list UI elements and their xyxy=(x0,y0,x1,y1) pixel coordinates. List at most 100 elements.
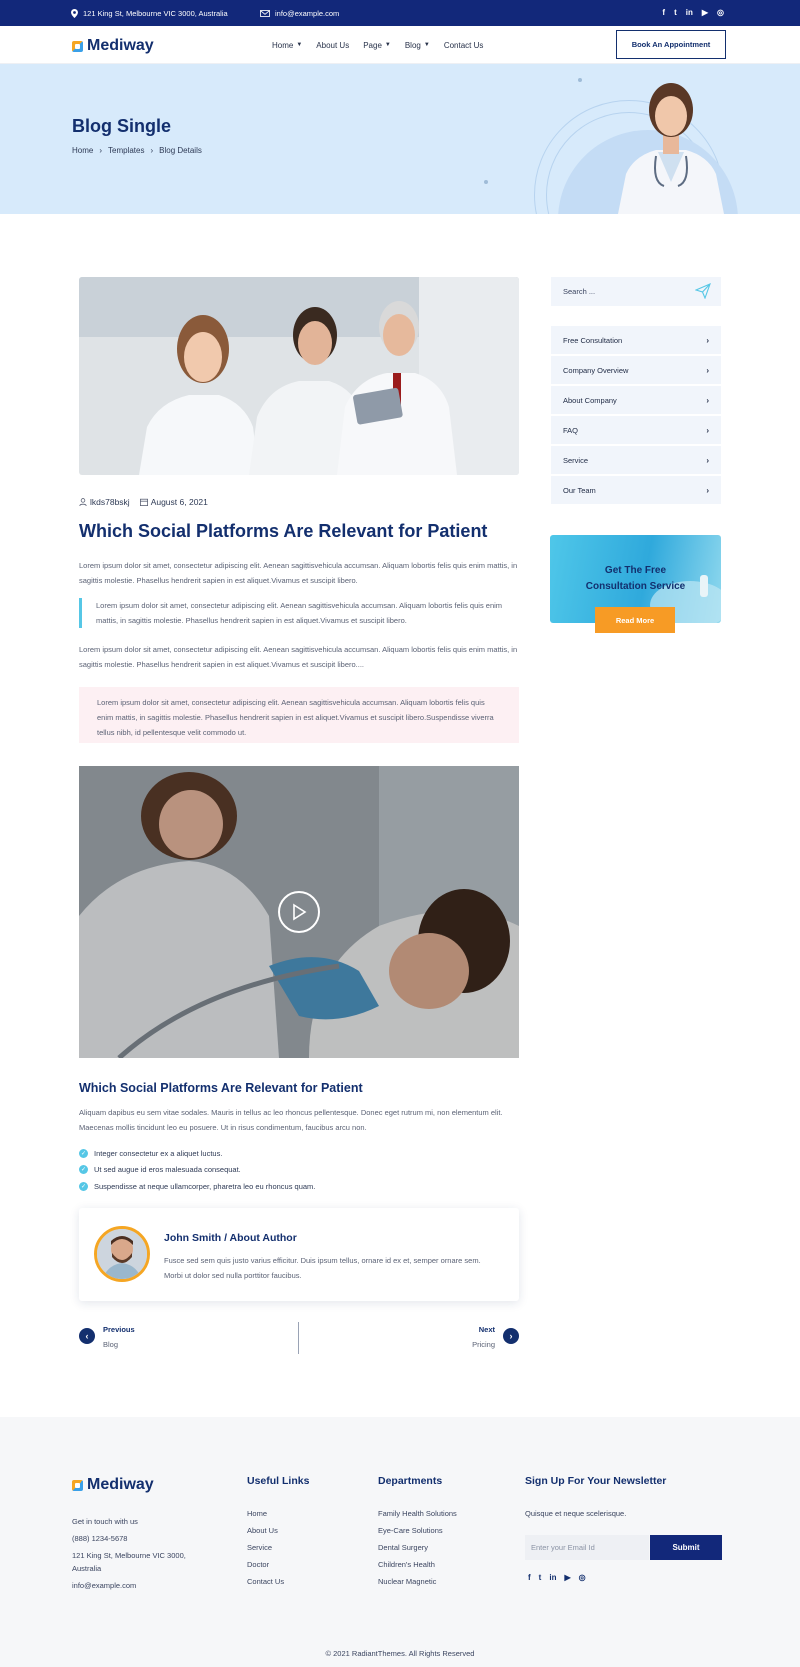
post-author[interactable]: lkds78bskj xyxy=(79,497,130,507)
site-logo[interactable]: Mediway xyxy=(72,37,154,55)
menu-item-contact[interactable]: Contact Us xyxy=(444,41,484,50)
play-icon xyxy=(293,903,307,921)
top-email[interactable]: info@example.com xyxy=(260,0,339,26)
site-footer: Mediway Get in touch with us (888) 1234-… xyxy=(0,1417,800,1667)
quote-text: Lorem ipsum dolor sit amet, consectetur … xyxy=(96,601,503,625)
footer-link[interactable]: Contact Us xyxy=(247,1573,309,1590)
footer-link[interactable]: Nuclear Magnetic xyxy=(378,1573,457,1590)
send-icon[interactable] xyxy=(695,283,711,299)
category-faq[interactable]: FAQ › xyxy=(551,416,721,444)
footer-link[interactable]: Family Health Solutions xyxy=(378,1505,457,1522)
youtube-icon[interactable]: ▶ xyxy=(564,1573,570,1582)
footer-email[interactable]: info@example.com xyxy=(72,1577,186,1594)
calendar-icon xyxy=(139,498,148,506)
youtube-icon[interactable]: ▶ xyxy=(702,9,708,17)
page-title: Blog Single xyxy=(72,116,171,136)
pager-divider xyxy=(298,1322,299,1354)
category-service[interactable]: Service › xyxy=(551,446,721,474)
menu-item-home[interactable]: Home ▼ xyxy=(272,41,302,50)
post-title: Which Social Platforms Are Relevant for … xyxy=(79,521,488,541)
footer-link[interactable]: Eye-Care Solutions xyxy=(378,1522,457,1539)
chevron-left-icon: ‹ xyxy=(79,1328,95,1344)
copyright: © 2021 RadiantThemes. All Rights Reserve… xyxy=(325,1649,475,1658)
highlight-box: Lorem ipsum dolor sit amet, consectetur … xyxy=(79,687,519,743)
chevron-right-icon: › xyxy=(503,1328,519,1344)
twitter-icon[interactable]: t xyxy=(539,1573,542,1582)
footer-link[interactable]: About Us xyxy=(247,1522,309,1539)
category-company-overview[interactable]: Company Overview › xyxy=(551,356,721,384)
hero-dot xyxy=(484,180,488,184)
chevron-down-icon: ▼ xyxy=(423,42,430,48)
list-item: ✓ Suspendisse at neque ullamcorper, phare… xyxy=(79,1181,316,1191)
category-our-team[interactable]: Our Team › xyxy=(551,476,721,504)
newsletter-submit-button[interactable]: Submit xyxy=(650,1535,722,1560)
chevron-right-icon: › xyxy=(706,455,709,465)
post-paragraph-3: Aliquam dapibus eu sem vitae sodales. Ma… xyxy=(79,1108,503,1132)
highlight-text: Lorem ipsum dolor sit amet, consectetur … xyxy=(97,698,494,737)
post-date: August 6, 2021 xyxy=(139,497,208,507)
author-box: John Smith / About Author Fusce sed sem … xyxy=(79,1208,519,1301)
breadcrumb: Home › Templates › Blog Details xyxy=(72,146,202,155)
chevron-down-icon: ▼ xyxy=(296,42,303,48)
footer-link[interactable]: Home xyxy=(247,1505,309,1522)
menu-item-about[interactable]: About Us xyxy=(316,41,349,50)
post-featured-image xyxy=(79,277,519,475)
author-name: John Smith / About Author xyxy=(164,1232,297,1244)
chevron-right-icon: › xyxy=(706,485,709,495)
instagram-icon[interactable]: ◎ xyxy=(717,9,724,17)
post-paragraph-1: Lorem ipsum dolor sit amet, consectetur … xyxy=(79,561,518,585)
footer-link[interactable]: Dental Surgery xyxy=(378,1539,457,1556)
post-checklist: ✓ Integer consectetur ex a aliquet luctus… xyxy=(79,1145,315,1195)
footer-useful-links: Useful Links Home About Us Service Docto… xyxy=(247,1475,309,1590)
twitter-icon[interactable]: t xyxy=(674,9,677,17)
post-meta: lkds78bskj August 6, 2021 xyxy=(79,497,208,507)
footer-link[interactable]: Children's Health xyxy=(378,1556,457,1573)
envelope-icon xyxy=(260,9,270,17)
page-hero: Blog Single Home › Templates › Blog Deta… xyxy=(0,64,800,214)
logo-mark-icon xyxy=(72,1479,83,1491)
sidebar-categories: Free Consultation › Company Overview › Abo… xyxy=(551,326,721,506)
footer-link[interactable]: Service xyxy=(247,1539,309,1556)
check-icon: ✓ xyxy=(79,1165,88,1175)
post-pagination: ‹ Previous Blog Next Pricing › xyxy=(79,1322,519,1354)
facebook-icon[interactable]: f xyxy=(528,1573,531,1582)
top-bar: 121 King St, Melbourne VIC 3000, Austral… xyxy=(0,0,800,26)
linkedin-icon[interactable]: in xyxy=(549,1573,556,1582)
footer-social-links: f t in ▶ ◎ xyxy=(528,1573,586,1582)
breadcrumb-templates[interactable]: Templates xyxy=(108,146,144,155)
facebook-icon[interactable]: f xyxy=(662,9,665,17)
footer-departments: Departments Family Health Solutions Eye-… xyxy=(378,1475,457,1590)
read-more-button[interactable]: Read More xyxy=(595,607,675,633)
breadcrumb-home[interactable]: Home xyxy=(72,146,93,155)
menu-item-page[interactable]: Page ▼ xyxy=(363,41,391,50)
hero-dot xyxy=(578,78,582,82)
category-free-consultation[interactable]: Free Consultation › xyxy=(551,326,721,354)
linkedin-icon[interactable]: in xyxy=(686,9,693,17)
search-input[interactable]: Search ... xyxy=(551,277,721,306)
check-icon: ✓ xyxy=(79,1181,88,1191)
footer-contact: Get in touch with us (888) 1234-5678 121… xyxy=(72,1513,186,1594)
location-pin-icon xyxy=(71,8,78,18)
instagram-icon[interactable]: ◎ xyxy=(579,1573,586,1582)
chevron-right-icon: › xyxy=(99,146,103,155)
promo-title: Get The Free Consultation Service xyxy=(585,565,686,592)
play-button[interactable] xyxy=(278,891,320,933)
post-video[interactable] xyxy=(79,766,519,1058)
breadcrumb-current: Blog Details xyxy=(159,146,202,155)
book-appointment-button[interactable]: Book An Appointment xyxy=(616,30,726,59)
chevron-right-icon: › xyxy=(706,425,709,435)
footer-logo[interactable]: Mediway xyxy=(72,1476,154,1494)
main-menu: Home ▼ About Us Page ▼ Blog ▼ Contact Us xyxy=(272,26,483,64)
footer-phone[interactable]: (888) 1234-5678 xyxy=(72,1530,186,1547)
menu-item-blog[interactable]: Blog ▼ xyxy=(405,41,430,50)
user-icon xyxy=(79,498,87,506)
newsletter-email-input[interactable]: Enter your Email Id xyxy=(525,1535,649,1560)
main-navbar: Mediway Home ▼ About Us Page ▼ Blog ▼ Conta… xyxy=(0,26,800,64)
list-item: ✓ Ut sed augue id eros malesuada consequa… xyxy=(79,1165,241,1175)
footer-newsletter: Sign Up For Your Newsletter Quisque et n… xyxy=(525,1475,667,1518)
category-about-company[interactable]: About Company › xyxy=(551,386,721,414)
chevron-down-icon: ▼ xyxy=(384,42,391,48)
chevron-right-icon: › xyxy=(706,365,709,375)
avatar xyxy=(94,1226,150,1282)
footer-link[interactable]: Doctor xyxy=(247,1556,309,1573)
